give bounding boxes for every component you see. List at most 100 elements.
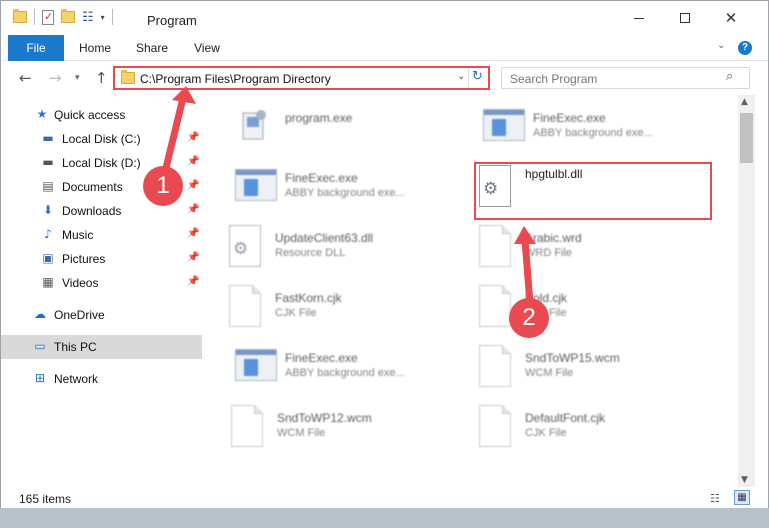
pin-icon[interactable]: 📌: [187, 252, 199, 263]
address-path[interactable]: C:\Program Files\Program Directory: [140, 72, 331, 86]
file-type: CJK File: [275, 307, 317, 319]
file-name: FineExec.exe: [285, 351, 358, 365]
refresh-icon[interactable]: ↻: [472, 69, 483, 84]
file-name: Arabic.wrd: [525, 231, 582, 245]
nav-item-videos[interactable]: ▦ Videos 📌: [1, 271, 202, 295]
close-button[interactable]: ✕: [708, 1, 754, 35]
file-type: ABBY background exe...: [285, 367, 405, 379]
file-item[interactable]: SndToWP15.wcm WCM File: [455, 339, 695, 397]
details-view-icon[interactable]: ☷: [710, 492, 720, 505]
folder-icon: [121, 70, 135, 84]
star-icon: ★: [36, 107, 48, 121]
scroll-up-icon[interactable]: ▲: [741, 97, 748, 107]
pin-icon[interactable]: 📌: [187, 276, 199, 287]
callout-step-2: 2: [509, 298, 549, 338]
nav-item-onedrive[interactable]: ☁ OneDrive: [1, 303, 202, 327]
pin-icon[interactable]: 📌: [187, 156, 199, 167]
nav-item-local-disk-c[interactable]: ▬ Local Disk (C:) 📌: [1, 127, 202, 151]
pin-icon[interactable]: 📌: [187, 204, 199, 215]
view-options-icon[interactable]: ☷: [82, 10, 94, 25]
new-folder-icon[interactable]: [61, 9, 75, 23]
pin-icon[interactable]: 📌: [187, 228, 199, 239]
file-item[interactable]: ⚙ UpdateClient63.dll Resource DLL: [205, 219, 445, 277]
file-item[interactable]: Bold.cjk CJK File: [455, 279, 695, 337]
file-type: WRD File: [525, 247, 573, 259]
scrollbar-thumb[interactable]: [740, 113, 753, 163]
address-dropdown-chevron-icon[interactable]: ⌄: [457, 71, 465, 82]
document-icon: [479, 285, 511, 327]
minimize-button[interactable]: [616, 1, 662, 35]
explorer-window: ☷ ▾ Program ✕ File Home Share View ⌄ ? ←…: [0, 0, 769, 528]
nav-label: Pictures: [62, 252, 106, 266]
up-arrow-icon[interactable]: ↑: [95, 69, 108, 87]
file-item[interactable]: program.exe: [215, 99, 455, 157]
address-row: ← → ▾ ↑ C:\Program Files\Program Directo…: [1, 61, 768, 95]
tab-view[interactable]: View: [181, 35, 233, 61]
file-item[interactable]: FineExec.exe ABBY background exe...: [215, 159, 455, 217]
nav-item-quick-access[interactable]: ★ Quick access: [1, 103, 202, 127]
pictures-icon: ▣: [42, 251, 54, 265]
file-name: program.exe: [285, 111, 353, 125]
recent-locations-chevron-icon[interactable]: ▾: [75, 73, 80, 83]
nav-item-this-pc[interactable]: ▭ This PC: [1, 335, 202, 359]
file-highlight-box: [474, 162, 712, 220]
network-icon: ⊞: [34, 371, 46, 385]
customize-toolbar-dropdown[interactable]: ▾: [101, 13, 105, 22]
maximize-icon: [680, 13, 690, 23]
nav-label: Local Disk (D:): [62, 156, 141, 170]
file-list: program.exe FineExec.exe ABBY background…: [207, 95, 738, 487]
file-item[interactable]: FineExec.exe ABBY background exe...: [215, 339, 455, 397]
divider: [34, 9, 35, 25]
pin-icon[interactable]: 📌: [187, 132, 199, 143]
file-type: Resource DLL: [275, 247, 346, 259]
file-item[interactable]: FineExec.exe ABBY background exe...: [463, 99, 703, 157]
file-type: WCM File: [277, 427, 326, 439]
app-icon: [235, 169, 277, 201]
address-bar[interactable]: C:\Program Files\Program Directory ⌄ ↻: [113, 66, 490, 90]
forward-arrow-icon[interactable]: →: [49, 69, 62, 87]
document-icon: [479, 345, 511, 387]
navigation-pane: ★ Quick access ▬ Local Disk (C:) 📌 ▬ Loc…: [1, 95, 204, 487]
back-arrow-icon[interactable]: ←: [19, 69, 32, 87]
app-icon: [483, 109, 525, 141]
scroll-down-icon[interactable]: ▼: [741, 475, 748, 485]
downloads-icon: ⬇: [42, 203, 54, 217]
nav-item-network[interactable]: ⊞ Network: [1, 367, 202, 391]
search-icon[interactable]: ⌕: [726, 69, 733, 84]
tab-file[interactable]: File: [8, 35, 64, 61]
item-count: 165 items: [19, 492, 72, 506]
local-disk-icon: ▬: [42, 131, 54, 145]
file-type: WCM File: [525, 367, 574, 379]
nav-label: Quick access: [54, 108, 126, 122]
file-item[interactable]: Arabic.wrd WRD File: [455, 219, 695, 277]
nav-label: Documents: [62, 180, 123, 194]
window-title: Program: [147, 13, 197, 28]
tab-home[interactable]: Home: [67, 35, 123, 61]
ribbon-tabs: File Home Share View ⌄ ?: [1, 35, 768, 61]
status-bar: 165 items ☷ ▦: [1, 487, 768, 509]
music-icon: ♪: [44, 227, 52, 241]
vertical-scrollbar[interactable]: ▲ ▼: [738, 95, 755, 487]
file-item[interactable]: SndToWP12.wcm WCM File: [207, 399, 447, 457]
nav-item-pictures[interactable]: ▣ Pictures 📌: [1, 247, 202, 271]
expand-ribbon-chevron-icon[interactable]: ⌄: [717, 40, 725, 51]
large-icons-view-icon[interactable]: ▦: [734, 490, 750, 505]
file-type: ABBY background exe...: [285, 187, 405, 199]
search-placeholder: Search Program: [510, 72, 598, 86]
close-icon: ✕: [724, 9, 738, 27]
file-item[interactable]: DefaultFont.cjk CJK File: [455, 399, 695, 457]
tab-share[interactable]: Share: [123, 35, 181, 61]
search-input[interactable]: Search Program ⌕: [501, 67, 750, 89]
file-type: ABBY background exe...: [533, 127, 653, 139]
properties-icon[interactable]: [42, 9, 54, 25]
document-icon: [231, 405, 263, 447]
divider: [468, 68, 469, 88]
file-name: SndToWP15.wcm: [525, 351, 620, 365]
pin-icon[interactable]: 📌: [187, 180, 199, 191]
file-item[interactable]: FastKorn.cjk CJK File: [205, 279, 445, 337]
dll-icon: ⚙: [229, 225, 261, 267]
nav-label: Music: [62, 228, 94, 242]
maximize-button[interactable]: [662, 1, 708, 35]
help-button[interactable]: ?: [738, 41, 752, 55]
nav-item-music[interactable]: ♪ Music 📌: [1, 223, 202, 247]
